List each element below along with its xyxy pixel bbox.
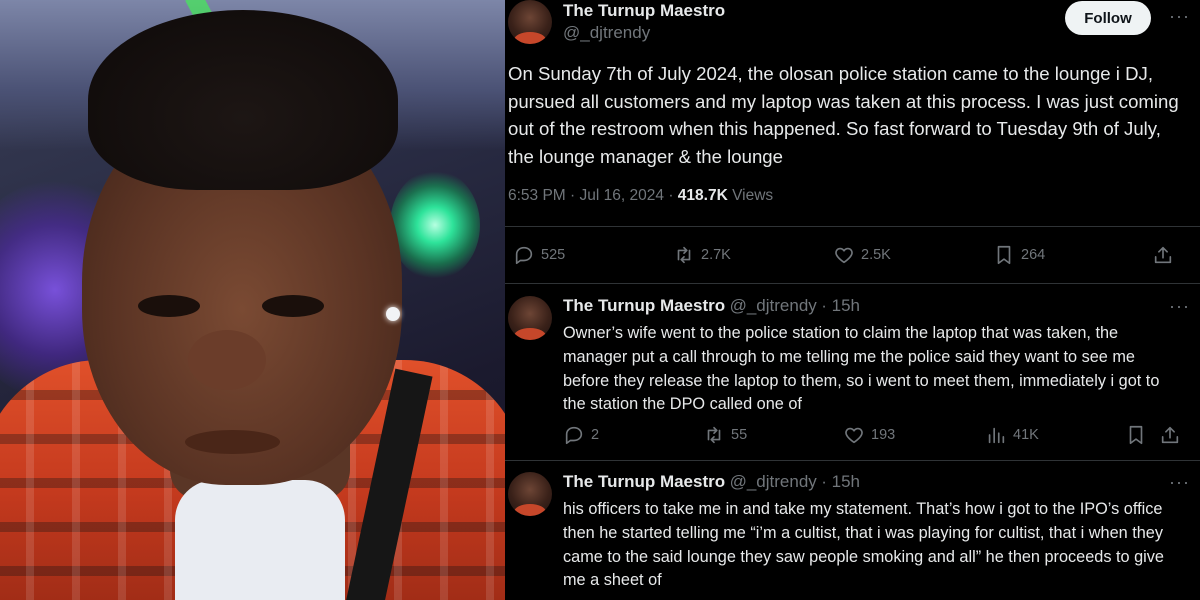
bookmark-icon: [997, 245, 1011, 265]
repost-icon: [677, 246, 691, 264]
bookmark-count: 264: [1021, 247, 1046, 263]
reply-author-handle[interactable]: @_djtrendy: [730, 296, 817, 315]
bookmark-button[interactable]: [1125, 424, 1147, 446]
photo-earring: [386, 307, 400, 321]
reply-count: 2: [591, 427, 600, 443]
reply-icon: [515, 246, 533, 265]
share-icon: [1154, 246, 1172, 264]
photo-green-light: [390, 170, 480, 280]
views-count: 418.7K: [677, 187, 728, 204]
repost-icon: [707, 426, 721, 444]
reply-age[interactable]: · 15h: [821, 472, 860, 491]
repost-count: 2.7K: [701, 247, 731, 263]
repost-count: 55: [731, 427, 748, 443]
reply-header: The Turnup Maestro @_djtrendy · 15h: [563, 296, 860, 316]
reply-count: 525: [541, 247, 566, 263]
bookmark-button[interactable]: 264: [993, 244, 1045, 266]
author-handle[interactable]: @_djtrendy: [563, 23, 650, 43]
share-button[interactable]: [1152, 244, 1174, 266]
repost-button[interactable]: 55: [703, 424, 747, 446]
views-label: Views: [732, 187, 774, 204]
like-count: 193: [871, 427, 896, 443]
bookmark-icon: [1129, 425, 1143, 445]
more-options-icon[interactable]: ···: [1169, 296, 1190, 317]
more-options-icon[interactable]: ···: [1169, 472, 1190, 493]
like-count: 2.5K: [861, 247, 891, 263]
like-icon: [835, 247, 853, 264]
repost-button[interactable]: 2.7K: [673, 244, 731, 266]
reply-author-name[interactable]: The Turnup Maestro: [563, 472, 725, 491]
like-button[interactable]: 193: [843, 424, 895, 446]
views-count: 41K: [1013, 427, 1039, 443]
reply-header: The Turnup Maestro @_djtrendy · 15h: [563, 472, 860, 492]
divider: [505, 226, 1200, 227]
reply-age[interactable]: · 15h: [821, 296, 860, 315]
tweet-date[interactable]: Jul 16, 2024: [580, 187, 664, 204]
photo-right-eye: [262, 295, 324, 317]
photo-mouth: [185, 430, 280, 454]
share-button[interactable]: [1159, 424, 1181, 446]
reply-avatar[interactable]: [508, 472, 552, 516]
photo-hair: [88, 10, 398, 190]
tweet-text: On Sunday 7th of July 2024, the olosan p…: [508, 63, 1179, 167]
views-icon: [988, 427, 1005, 444]
reply-icon: [565, 426, 583, 445]
author-avatar[interactable]: [508, 0, 552, 44]
photo-white-tee: [175, 480, 345, 600]
meta-separator: ·: [570, 187, 576, 204]
divider: [505, 283, 1200, 284]
reply-text: Owner’s wife went to the police station …: [563, 324, 1160, 414]
profile-photo: [0, 0, 505, 600]
follow-button[interactable]: Follow: [1065, 1, 1151, 35]
reply-author-handle[interactable]: @_djtrendy: [730, 472, 817, 491]
author-name[interactable]: The Turnup Maestro: [563, 1, 725, 21]
tweet-actions: 525 2.7K 2.5K 264: [505, 244, 1200, 268]
views-button[interactable]: 41K: [985, 424, 1039, 446]
reply-button[interactable]: 525: [513, 244, 565, 266]
reply-actions: 2 55 193 41K: [505, 424, 1200, 448]
share-icon: [1161, 426, 1179, 444]
photo-left-eye: [138, 295, 200, 317]
tweet-time[interactable]: 6:53 PM: [508, 187, 566, 204]
meta-separator: ·: [668, 187, 674, 204]
photo-nose: [188, 330, 266, 390]
divider: [505, 460, 1200, 461]
like-icon: [845, 427, 863, 444]
reply-avatar[interactable]: [508, 296, 552, 340]
reply-author-name[interactable]: The Turnup Maestro: [563, 296, 725, 315]
reply-text: his officers to take me in and take my s…: [563, 500, 1164, 590]
tweet-thread: The Turnup Maestro @_djtrendy Follow ···…: [505, 0, 1200, 600]
more-options-icon[interactable]: ···: [1169, 6, 1190, 27]
like-button[interactable]: 2.5K: [833, 244, 891, 266]
reply-button[interactable]: 2: [563, 424, 599, 446]
tweet-meta: 6:53 PM · Jul 16, 2024 · 418.7K Views: [508, 187, 773, 205]
